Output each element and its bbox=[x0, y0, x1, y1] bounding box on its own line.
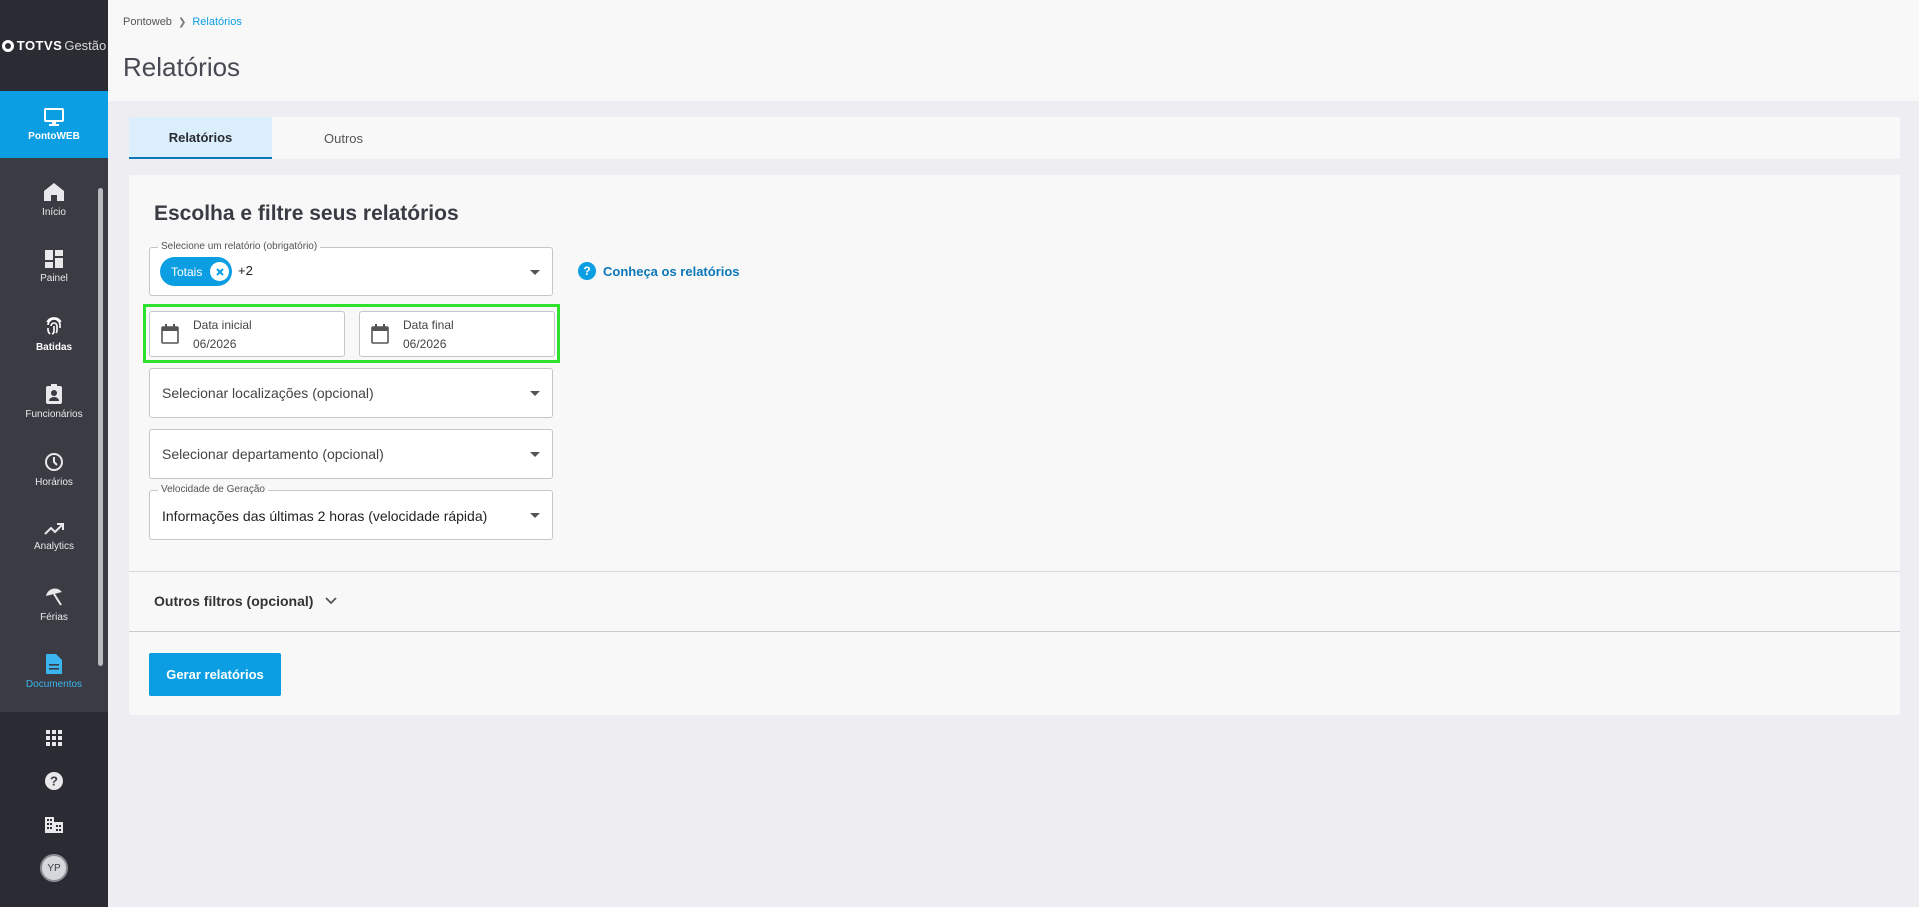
help-reports-link[interactable]: ? Conheça os relatórios bbox=[578, 262, 740, 280]
module-pontoweb[interactable]: PontoWEB bbox=[0, 91, 108, 164]
apps-grid-icon bbox=[46, 729, 62, 746]
other-filters-label: Outros filtros (opcional) bbox=[154, 593, 314, 609]
sidebar-nav: Início Painel Batidas Funcionários Horár… bbox=[0, 158, 108, 712]
fingerprint-icon bbox=[46, 316, 62, 335]
speed-value: Informações das últimas 2 horas (velocid… bbox=[162, 508, 488, 524]
home-icon bbox=[44, 182, 64, 201]
help-button[interactable]: ? bbox=[0, 760, 108, 804]
speed-select[interactable]: Velocidade de Geração Informações das úl… bbox=[149, 484, 553, 540]
breadcrumb-relatorios[interactable]: Relatórios bbox=[192, 16, 242, 28]
divider bbox=[129, 571, 1900, 572]
sidebar-item-documentos[interactable]: Documentos bbox=[0, 639, 108, 707]
report-chip-label: Totais bbox=[171, 264, 203, 279]
sidebar-bottom: ? YP bbox=[0, 716, 108, 890]
sidebar-item-funcionarios[interactable]: Funcionários bbox=[0, 369, 108, 437]
page-title: Relatórios bbox=[123, 52, 241, 82]
report-form-card: Escolha e filtre seus relatórios Selecio… bbox=[129, 175, 1900, 715]
svg-text:?: ? bbox=[50, 774, 58, 789]
generate-reports-button[interactable]: Gerar relatórios bbox=[149, 653, 281, 696]
dashboard-icon bbox=[45, 250, 63, 269]
department-select[interactable]: Selecionar departamento (opcional) bbox=[149, 429, 553, 479]
building-icon bbox=[45, 816, 63, 833]
help-icon: ? bbox=[45, 772, 63, 791]
sidebar-item-painel[interactable]: Painel bbox=[0, 234, 108, 302]
report-select[interactable]: Selecione um relatório (obrigatório) Tot… bbox=[149, 241, 553, 296]
monitor-icon bbox=[44, 107, 64, 126]
help-link-label: Conheça os relatórios bbox=[603, 263, 740, 279]
locations-placeholder: Selecionar localizações (opcional) bbox=[162, 385, 374, 401]
sidebar-item-label: Funcionários bbox=[25, 409, 83, 421]
report-select-legend: Selecione um relatório (obrigatório) bbox=[158, 241, 321, 253]
company-button[interactable] bbox=[0, 803, 108, 847]
module-label: PontoWEB bbox=[28, 130, 80, 142]
sidebar-item-ferias[interactable]: Férias bbox=[0, 571, 108, 639]
help-circle-icon: ? bbox=[578, 262, 596, 280]
id-badge-icon bbox=[46, 384, 62, 405]
avatar: YP bbox=[40, 854, 68, 883]
caret-down-icon bbox=[530, 269, 540, 275]
report-chip: Totais bbox=[160, 257, 233, 286]
sidebar-scrollbar[interactable] bbox=[98, 188, 103, 666]
sidebar-item-batidas[interactable]: Batidas bbox=[0, 301, 108, 369]
sidebar: TOTVS Gestão PontoWEB Início Painel Bati… bbox=[0, 0, 108, 907]
user-menu[interactable]: YP bbox=[0, 847, 108, 891]
date-range-highlight bbox=[143, 304, 560, 363]
beach-umbrella-icon bbox=[46, 588, 62, 606]
sidebar-item-label: Início bbox=[42, 206, 66, 218]
sidebar-item-horarios[interactable]: Horários bbox=[0, 436, 108, 504]
sidebar-item-label: Painel bbox=[40, 273, 68, 285]
totvs-logo[interactable]: TOTVS Gestão bbox=[0, 0, 108, 91]
breadcrumb: Pontoweb ❯ Relatórios bbox=[123, 16, 242, 28]
caret-down-icon bbox=[530, 513, 540, 518]
chevron-down-icon bbox=[325, 597, 338, 605]
trending-up-icon bbox=[44, 523, 64, 535]
chevron-right-icon: ❯ bbox=[177, 16, 187, 28]
close-icon bbox=[216, 267, 224, 276]
form-title: Escolha e filtre seus relatórios bbox=[154, 202, 459, 225]
page-header: Pontoweb ❯ Relatórios Relatórios bbox=[108, 0, 1919, 101]
logo-brand: TOTVS bbox=[16, 38, 63, 53]
sidebar-item-inicio[interactable]: Início bbox=[0, 166, 108, 234]
caret-down-icon bbox=[530, 452, 540, 457]
sidebar-item-analytics[interactable]: Analytics bbox=[0, 504, 108, 572]
sidebar-item-label: Analytics bbox=[33, 541, 74, 553]
sidebar-item-label: Batidas bbox=[35, 341, 73, 353]
sidebar-item-label: Horários bbox=[35, 476, 73, 488]
locations-select[interactable]: Selecionar localizações (opcional) bbox=[149, 368, 553, 418]
caret-down-icon bbox=[530, 391, 540, 396]
other-filters-toggle[interactable]: Outros filtros (opcional) bbox=[154, 593, 338, 609]
clock-icon bbox=[45, 452, 63, 471]
speed-legend: Velocidade de Geração bbox=[158, 484, 268, 496]
department-placeholder: Selecionar departamento (opcional) bbox=[162, 446, 384, 462]
tab-relatorios[interactable]: Relatórios bbox=[129, 117, 272, 159]
document-icon bbox=[46, 654, 62, 675]
sidebar-item-label: Documentos bbox=[25, 679, 83, 691]
logo-suffix: Gestão bbox=[64, 38, 107, 53]
more-count: +2 bbox=[238, 263, 253, 278]
logo-ring-icon bbox=[1, 39, 14, 52]
apps-button[interactable] bbox=[0, 716, 108, 760]
tab-bar: Relatórios Outros bbox=[129, 117, 1900, 159]
tab-outros[interactable]: Outros bbox=[272, 117, 415, 159]
chip-remove-button[interactable] bbox=[210, 262, 230, 281]
divider bbox=[129, 631, 1900, 632]
breadcrumb-pontoweb[interactable]: Pontoweb bbox=[123, 16, 172, 28]
sidebar-item-label: Férias bbox=[40, 611, 68, 623]
